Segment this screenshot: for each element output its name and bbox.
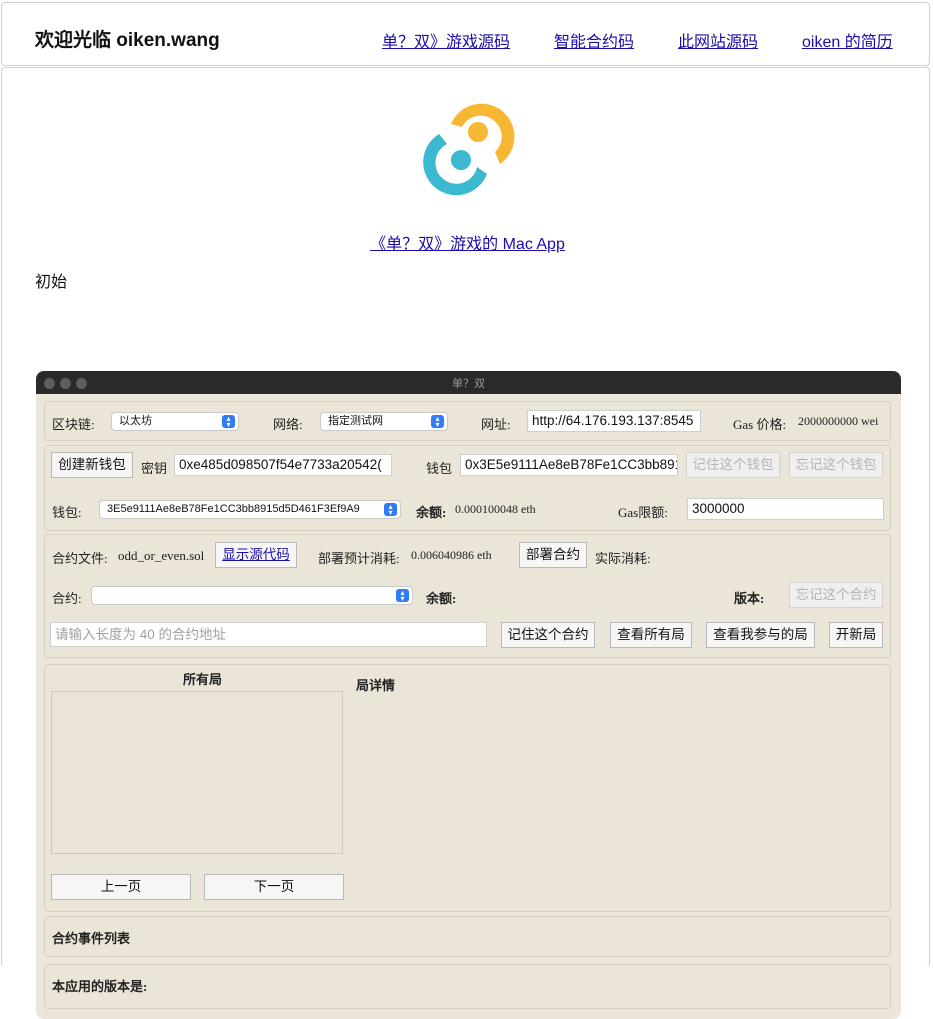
gas-limit-input[interactable]: 3000000	[687, 498, 884, 520]
balance-label: 余额:	[416, 505, 447, 520]
new-game-button[interactable]: 开新局	[829, 622, 883, 648]
version-panel: 本应用的版本是:	[44, 964, 891, 1009]
network-label: 网络:	[273, 417, 303, 432]
contract-address-input[interactable]: 请输入长度为 40 的合约地址	[50, 622, 487, 647]
chevron-updown-icon: ▴ ▾	[396, 589, 409, 603]
balance-value: 0.000100048 eth	[455, 502, 536, 516]
app-version-text: 本应用的版本是:	[52, 979, 148, 994]
network-panel: 区块链: 以太坊 ▴ ▾ 网络: 指定测试网 ▴ ▾ 网址: http://64.176…	[44, 401, 891, 441]
url-input[interactable]: http://64.176.193.137:8545	[527, 410, 701, 432]
remember-wallet-button[interactable]: 记住这个钱包	[686, 452, 780, 478]
window-title: 单？双	[452, 378, 485, 390]
events-title: 合约事件列表	[52, 931, 131, 946]
all-games-title: 所有局	[183, 672, 223, 687]
wallet-panel: 创建新钱包 密钥 0xe485d098507f54e7733a20542( 钱包…	[44, 445, 891, 531]
deploy-estimate-label: 部署预计消耗:	[318, 551, 400, 566]
wallet-select[interactable]: 3E5e9111Ae8eB78Fe1CC3bb8915d5D461F3Ef9A9…	[99, 500, 401, 519]
nav-link-resume[interactable]: oiken 的简历	[802, 28, 893, 52]
wallet-address-input[interactable]: 0x3E5e9111Ae8eB78Fe1CC3bb891	[460, 454, 678, 476]
chevron-updown-icon: ▴ ▾	[431, 415, 444, 429]
chevron-updown-icon: ▴ ▾	[384, 503, 397, 517]
site-brand: 欢迎光临 oiken.wang	[35, 30, 220, 51]
contract-file-label: 合约文件:	[52, 551, 108, 566]
network-select[interactable]: 指定测试网 ▴ ▾	[320, 412, 448, 431]
show-source-button[interactable]: 显示源代码	[215, 542, 297, 568]
main-content: 《单？双》游戏的 Mac App 初始 单？双 区块链: 以太坊 ▴ ▾ 网络: 指…	[1, 67, 930, 1019]
top-navbar: 欢迎光临 oiken.wang 单？双》游戏源码 智能合约码 此网站源码 oik…	[1, 2, 930, 66]
games-panel: 所有局 局详情 上一页 下一页	[44, 664, 891, 912]
view-all-games-button[interactable]: 查看所有局	[610, 622, 692, 648]
contract-panel: 合约文件: odd_or_even.sol 显示源代码 部署预计消耗: 0.00…	[44, 534, 891, 658]
all-games-list[interactable]	[51, 691, 343, 854]
status-text: 初始	[35, 274, 68, 291]
view-my-games-button[interactable]: 查看我参与的局	[706, 622, 815, 648]
deploy-contract-button[interactable]: 部署合约	[519, 542, 587, 568]
gas-limit-label: Gas限额:	[618, 505, 668, 520]
nav-link-contract-code[interactable]: 智能合约码	[554, 28, 634, 52]
chain-label: 区块链:	[52, 417, 95, 432]
url-label: 网址:	[481, 417, 511, 432]
chevron-updown-icon: ▴ ▾	[222, 415, 235, 429]
window-titlebar: 单？双	[36, 371, 901, 394]
events-panel: 合约事件列表	[44, 916, 891, 957]
game-detail-title: 局详情	[356, 678, 396, 693]
contract-select[interactable]: ▴ ▾	[91, 586, 413, 605]
nav-link-site-source[interactable]: 此网站源码	[678, 28, 758, 52]
wallet-label: 钱包	[426, 461, 453, 476]
private-key-input[interactable]: 0xe485d098507f54e7733a20542(	[174, 454, 392, 476]
deploy-estimate-value: 0.006040986 eth	[411, 548, 492, 562]
mac-app-window: 单？双 区块链: 以太坊 ▴ ▾ 网络: 指定测试网 ▴ ▾ 网址: http://64…	[36, 371, 901, 1019]
next-page-button[interactable]: 下一页	[204, 874, 344, 900]
app-logo-icon	[423, 103, 515, 196]
gas-price-value: 2000000000 wei	[798, 414, 879, 428]
forget-contract-button[interactable]: 忘记这个合约	[789, 582, 883, 608]
actual-cost-label: 实际消耗:	[595, 551, 651, 566]
contract-file-value: odd_or_even.sol	[118, 548, 205, 563]
version-label: 版本:	[734, 591, 765, 606]
create-wallet-button[interactable]: 创建新钱包	[51, 452, 133, 478]
chain-select[interactable]: 以太坊 ▴ ▾	[111, 412, 239, 431]
gas-price-label: Gas 价格:	[733, 417, 787, 432]
prev-page-button[interactable]: 上一页	[51, 874, 191, 900]
key-label: 密钥	[141, 461, 168, 476]
forget-wallet-button[interactable]: 忘记这个钱包	[789, 452, 883, 478]
mac-app-link[interactable]: 《单？双》游戏的 Mac App	[370, 236, 565, 253]
nav-link-game-source[interactable]: 单？双》游戏源码	[382, 28, 510, 52]
wallet-select-label: 钱包:	[52, 505, 82, 520]
remember-contract-button[interactable]: 记住这个合约	[501, 622, 595, 648]
contract-label: 合约:	[52, 591, 82, 606]
contract-balance-label: 余额:	[426, 591, 457, 606]
